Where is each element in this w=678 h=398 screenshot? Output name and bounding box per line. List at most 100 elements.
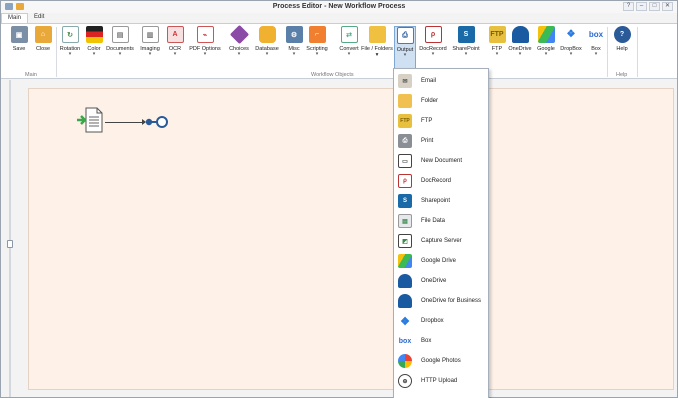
onedrive-cloud-icon [511,26,529,43]
chevron-down-icon: ▾ [464,51,468,57]
workflow-canvas[interactable] [28,88,674,390]
menu-item-capture-server[interactable]: ◩ Capture Server [394,231,488,251]
globe-icon: ⊕ [398,374,412,388]
process-editor-window: Process Editor - New Workflow Process ? … [0,0,678,398]
end-node-icon[interactable] [145,115,169,129]
output-button[interactable]: ⎙ Output ▾ [394,26,416,72]
ocr-icon: A [166,26,184,43]
box-logo-icon: box [587,26,605,43]
chevron-down-icon: ▾ [265,51,269,57]
sharepoint-icon: S [457,26,475,43]
google-photos-icon [398,354,412,368]
choices-diamond-icon [229,24,249,45]
dropbox-icon: ❖ [398,314,412,328]
help-window-button[interactable]: ? [623,2,634,11]
minimize-button[interactable]: – [636,2,647,11]
chevron-down-icon: ▾ [315,51,319,57]
chevron-down-icon: ▾ [403,52,407,58]
document-input-node-icon[interactable] [77,106,103,134]
onedrive-cloud-icon [398,274,412,288]
ftp-icon: FTP [398,114,412,128]
chevron-down-icon: ▾ [237,51,241,57]
window-title: Process Editor - New Workflow Process [272,3,406,10]
group-label-help: Help [616,72,628,78]
sharepoint-button[interactable]: S SharePoint ▾ [449,26,483,70]
google-drive-icon [537,26,555,43]
ftp-icon: FTP [488,26,506,43]
scripting-icon: ⌐ [308,26,326,43]
save-icon: ▣ [10,26,28,43]
imaging-icon: ▥ [141,26,159,43]
help-icon: ? [613,26,631,43]
menu-item-onedrive[interactable]: OneDrive [394,271,488,291]
group-label-main: Main [25,72,37,78]
ocr-button[interactable]: A OCR ▾ [160,26,190,70]
sharepoint-icon: S [398,194,412,208]
convert-button[interactable]: ⇄ Convert ▾ [334,26,364,70]
misc-icon: ⚙ [285,26,303,43]
ribbon-separator [637,27,638,77]
menu-item-google-photos[interactable]: Google Photos [394,351,488,371]
email-icon: ✉ [398,74,412,88]
menu-item-sharepoint[interactable]: S Sharepoint [394,191,488,211]
close-window-button[interactable]: ✕ [662,2,673,11]
maximize-button[interactable]: □ [649,2,660,11]
chevron-down-icon: ▾ [203,51,207,57]
close-button[interactable]: ⌂ Close [28,26,58,70]
left-panel-splitter[interactable] [9,80,11,397]
onedrive-business-cloud-icon [398,294,412,308]
chevron-down-icon: ▾ [431,51,435,57]
folder-icon [398,94,412,108]
menu-item-dropbox[interactable]: ❖ Dropbox [394,311,488,331]
help-button[interactable]: ? Help [607,26,637,70]
google-drive-icon [398,254,412,268]
menu-item-box[interactable]: box Box [394,331,488,351]
dropbox-icon: ❖ [562,26,580,43]
docrecord-icon: ρ [398,174,412,188]
documents-icon: ▤ [111,26,129,43]
menu-item-email[interactable]: ✉ Email [394,71,488,91]
chevron-down-icon: ▾ [118,51,122,57]
docrecord-button[interactable]: ρ DocRecord ▾ [417,26,449,70]
menu-item-onedrive-business[interactable]: OneDrive for Business [394,291,488,311]
convert-icon: ⇄ [340,26,358,43]
menu-item-ftp[interactable]: FTP FTP [394,111,488,131]
menu-item-print[interactable]: ⎙ Print [394,131,488,151]
ribbon-tabs: Main Edit [1,13,50,23]
pdf-options-button[interactable]: ⌁ PDF Options ▾ [187,26,223,70]
database-button[interactable]: Database ▾ [252,26,282,70]
ribbon: ▣ Save ⌂ Close Main ↻ Rotation ▾ Color ▾… [1,23,677,79]
tab-main[interactable]: Main [1,13,29,23]
connector-line[interactable] [105,122,145,123]
scripting-button[interactable]: ⌐ Scripting ▾ [302,26,332,70]
folder-icon [368,26,386,43]
printer-icon: ⎙ [398,134,412,148]
splitter-grip-icon[interactable] [7,240,13,248]
documents-button[interactable]: ▤ Documents ▾ [105,26,135,70]
docrecord-icon: ρ [424,26,442,43]
title-bar: Process Editor - New Workflow Process ? … [1,1,677,13]
monitor-icon: ▭ [398,154,412,168]
rotation-icon: ↻ [61,26,79,43]
box-logo-icon: box [398,334,412,348]
close-folder-icon: ⌂ [34,26,52,43]
output-dropdown-menu: ✉ Email Folder FTP FTP ⎙ Print ▭ New Doc… [393,68,489,398]
menu-item-google-drive[interactable]: Google Drive [394,251,488,271]
output-icon: ⎙ [396,27,414,44]
chevron-down-icon: ▾ [347,51,351,57]
tab-edit[interactable]: Edit [28,13,50,23]
menu-item-http-upload[interactable]: ⊕ HTTP Upload [394,371,488,391]
pdf-icon: ⌁ [196,26,214,43]
menu-item-folder[interactable]: Folder [394,91,488,111]
file-folders-button[interactable]: File / Folders ▾ [361,26,393,70]
group-label-workflow-objects: Workflow Objects [311,72,354,78]
database-icon [258,26,276,43]
menu-item-file-data[interactable]: ▤ File Data [394,211,488,231]
window-controls: ? – □ ✕ [623,2,673,11]
chevron-down-icon: ▾ [173,51,177,57]
file-data-icon: ▤ [398,214,412,228]
choices-button[interactable]: Choices ▾ [224,24,254,70]
menu-item-new-document[interactable]: ▭ New Document [394,151,488,171]
color-icon [85,26,103,43]
menu-item-docrecord[interactable]: ρ DocRecord [394,171,488,191]
